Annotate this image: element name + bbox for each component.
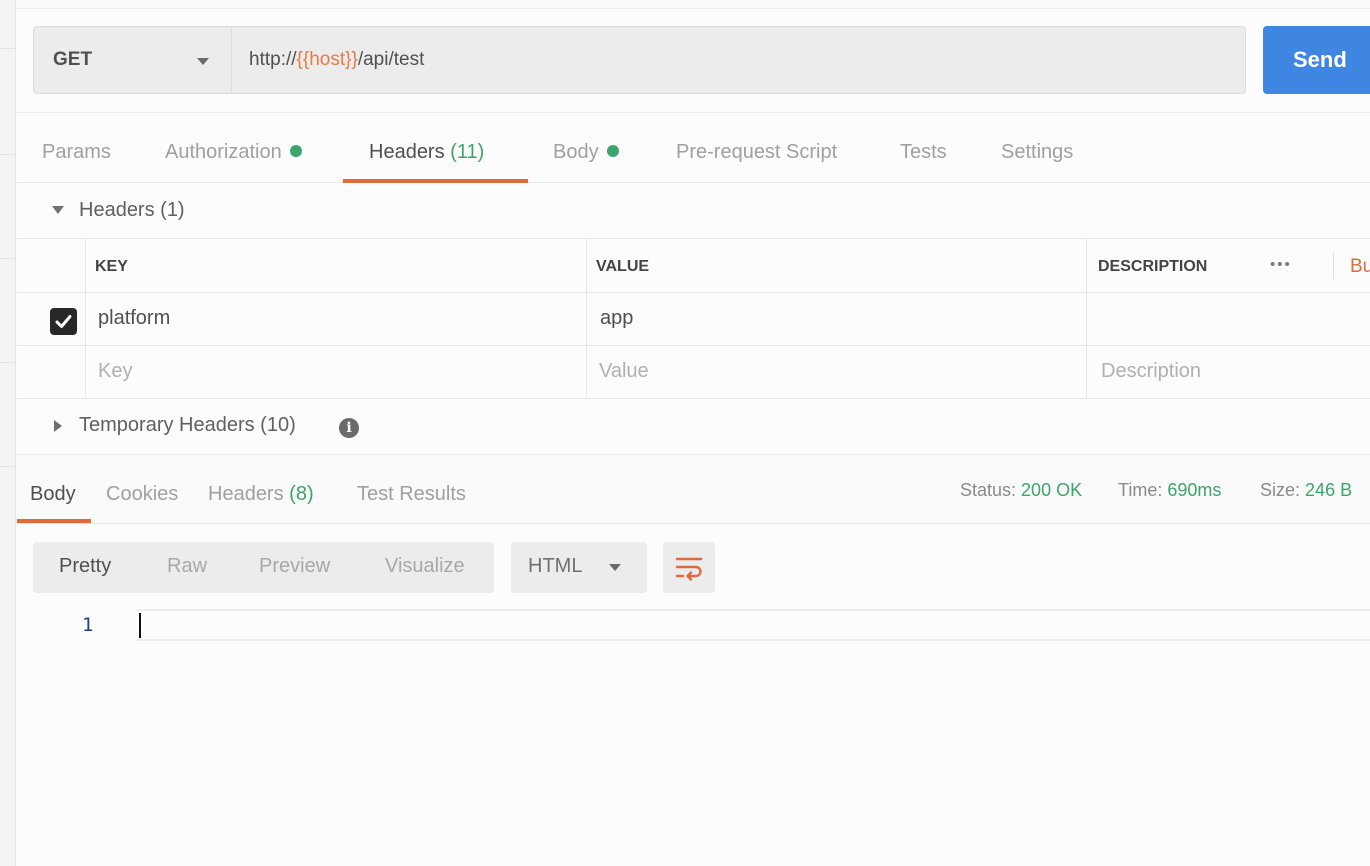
tab-label: Headers xyxy=(369,141,445,163)
bulk-edit-link[interactable]: Bu xyxy=(1350,256,1370,278)
sidebar-edge xyxy=(0,0,16,866)
more-options-icon[interactable]: ••• xyxy=(1270,256,1292,273)
url-text: http://{{host}}/api/test xyxy=(249,49,424,71)
response-tabs: Body Cookies Headers (8) Test Results St… xyxy=(17,454,1370,524)
status-dot-icon xyxy=(606,145,619,157)
tab-authorization[interactable]: Authorization xyxy=(165,141,302,164)
tab-label: Authorization xyxy=(165,141,282,163)
sidebar-divider xyxy=(0,258,15,259)
size-value: 246 B xyxy=(1305,480,1353,500)
text-cursor xyxy=(139,613,141,638)
sidebar-divider xyxy=(0,362,15,363)
tab-body[interactable]: Body xyxy=(553,141,619,164)
top-band xyxy=(17,0,1370,9)
status-value: 200 OK xyxy=(1021,480,1083,500)
tab-label: Tests xyxy=(900,141,947,163)
response-size[interactable]: Size: 246 B xyxy=(1260,480,1352,501)
table-header-row: KEY VALUE DESCRIPTION ••• Bu xyxy=(17,239,1370,293)
table-row-new: Key Value Description xyxy=(17,346,1370,399)
response-tab-body[interactable]: Body xyxy=(30,483,76,506)
column-header-key: KEY xyxy=(95,258,128,275)
status-label: Status: xyxy=(960,480,1017,500)
chevron-down-icon xyxy=(197,58,209,65)
view-mode-visualize[interactable]: Visualize xyxy=(385,555,465,578)
send-button[interactable]: Send xyxy=(1263,26,1370,94)
key-input[interactable]: Key xyxy=(98,360,132,383)
column-header-value: VALUE xyxy=(596,258,650,275)
tab-label: Test Results xyxy=(357,483,466,505)
tab-headers[interactable]: Headers (11) xyxy=(369,141,484,164)
time-label: Time: xyxy=(1118,480,1163,500)
response-tab-cookies[interactable]: Cookies xyxy=(106,483,178,506)
status-dot-icon xyxy=(289,145,302,157)
column-divider xyxy=(1086,239,1087,399)
sidebar-divider xyxy=(0,466,15,467)
info-icon[interactable]: i xyxy=(339,418,359,438)
tab-label: Body xyxy=(30,483,76,505)
format-label: HTML xyxy=(528,555,583,577)
sidebar-divider xyxy=(0,48,15,49)
wrap-lines-icon xyxy=(675,557,703,581)
url-input[interactable]: http://{{host}}/api/test xyxy=(231,26,1246,94)
headers-table: KEY VALUE DESCRIPTION ••• Bu platform ap… xyxy=(17,238,1370,399)
chevron-down-icon xyxy=(609,564,621,571)
collapse-triangle-icon[interactable] xyxy=(52,206,64,214)
time-value: 690ms xyxy=(1167,480,1222,500)
tab-label: Body xyxy=(553,141,599,163)
value-input[interactable]: Value xyxy=(599,360,649,383)
response-tab-test-results[interactable]: Test Results xyxy=(357,483,466,506)
format-select[interactable]: HTML xyxy=(511,542,647,593)
header-enabled-checkbox[interactable] xyxy=(50,308,77,335)
view-mode-pretty[interactable]: Pretty xyxy=(59,555,111,578)
description-input[interactable]: Description xyxy=(1101,360,1201,383)
header-value-cell[interactable]: app xyxy=(600,307,633,330)
checkmark-icon xyxy=(55,315,72,328)
tab-label: Cookies xyxy=(106,483,179,505)
method-label: GET xyxy=(53,49,93,70)
tab-params[interactable]: Params xyxy=(42,141,111,164)
temporary-headers-title[interactable]: Temporary Headers (10) xyxy=(79,414,296,437)
wrap-lines-button[interactable] xyxy=(663,542,715,593)
tab-count: (8) xyxy=(289,483,314,505)
tab-label: Pre-request Script xyxy=(676,141,838,163)
sidebar-divider xyxy=(0,154,15,155)
request-editor: GET http://{{host}}/api/test Send Params… xyxy=(17,0,1370,866)
tab-count: (11) xyxy=(450,141,485,163)
active-tab-indicator xyxy=(343,179,528,183)
send-label: Send xyxy=(1293,47,1347,72)
url-suffix: /api/test xyxy=(357,49,425,70)
url-variable: {{host}} xyxy=(296,49,358,70)
view-mode-preview[interactable]: Preview xyxy=(259,555,330,578)
column-divider xyxy=(586,239,587,399)
method-select[interactable]: GET xyxy=(33,26,231,94)
response-editor[interactable] xyxy=(137,609,1370,641)
column-header-description: DESCRIPTION xyxy=(1098,258,1208,275)
view-mode-raw[interactable]: Raw xyxy=(167,555,207,578)
header-key-cell[interactable]: platform xyxy=(98,307,170,330)
tab-tests[interactable]: Tests xyxy=(900,141,947,164)
response-time[interactable]: Time: 690ms xyxy=(1118,480,1221,501)
headers-section-title[interactable]: Headers (1) xyxy=(79,199,185,222)
tab-settings[interactable]: Settings xyxy=(1001,141,1073,164)
url-prefix: http:// xyxy=(249,49,297,70)
response-status[interactable]: Status: 200 OK xyxy=(960,480,1082,501)
column-divider xyxy=(85,239,86,399)
tab-label: Headers xyxy=(208,483,284,505)
request-tabs: Params Authorization Headers (11) Body P… xyxy=(17,112,1370,183)
divider xyxy=(1333,253,1334,279)
tab-label: Settings xyxy=(1001,141,1074,163)
expand-triangle-icon[interactable] xyxy=(54,420,62,432)
response-tab-headers[interactable]: Headers (8) xyxy=(208,483,314,506)
active-tab-indicator xyxy=(17,519,91,523)
table-row: platform app xyxy=(17,293,1370,346)
tab-label: Params xyxy=(42,141,111,163)
view-mode-toggle: Pretty Raw Preview Visualize xyxy=(33,542,494,593)
tab-pre-request-script[interactable]: Pre-request Script xyxy=(676,141,837,164)
line-number: 1 xyxy=(82,614,94,636)
size-label: Size: xyxy=(1260,480,1301,500)
